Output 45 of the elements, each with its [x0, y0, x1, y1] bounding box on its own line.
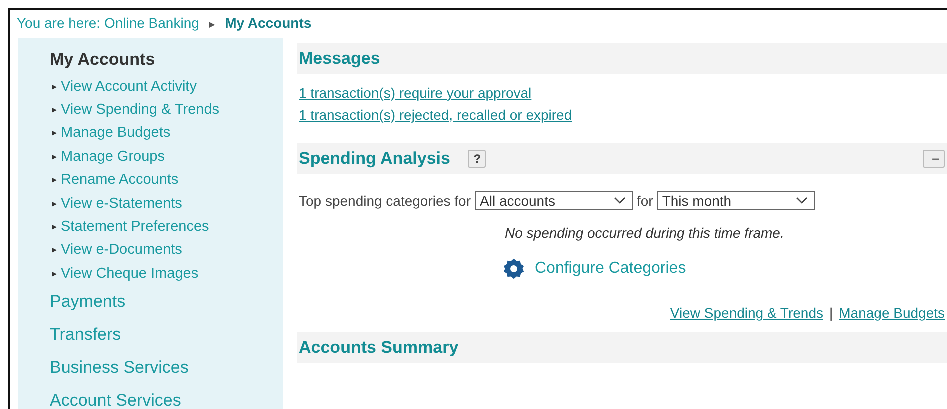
bullet-icon: ▸	[52, 268, 57, 280]
bullet-icon: ▸	[52, 127, 57, 140]
sidebar-link[interactable]: View Account Activity	[61, 78, 197, 95]
sidebar-link[interactable]: Statement Preferences	[61, 219, 210, 236]
sidebar-heading: My Accounts	[50, 50, 156, 70]
chevron-icon	[614, 196, 626, 204]
sidebar-item[interactable]: Transfers	[50, 318, 283, 352]
breadcrumb-current: My Accounts	[225, 15, 312, 31]
link-separator: |	[830, 305, 834, 321]
bullet-icon: ▸	[52, 174, 57, 186]
period-select[interactable]: This month	[657, 191, 816, 210]
spending-link[interactable]: Manage Budgets	[839, 305, 945, 321]
message-link[interactable]: 1 transaction(s) require your approval	[299, 85, 947, 101]
spending-link[interactable]: View Spending & Trends	[670, 305, 824, 321]
empty-message: No spending occurred during this time frame.	[504, 224, 786, 241]
gear-icon	[503, 258, 525, 280]
sidebar-item[interactable]: Payments	[50, 286, 283, 319]
breadcrumb-text: You are here: Online Banking	[17, 15, 200, 31]
bullet-icon: ▸	[52, 221, 57, 234]
sidebar-link[interactable]: View e-Documents	[61, 242, 182, 258]
sidebar-item[interactable]: Account Services	[50, 384, 283, 409]
sidebar-item[interactable]: Business Services	[50, 352, 283, 385]
sidebar-link[interactable]: View e-Statements	[61, 196, 182, 212]
bullet-icon: ▸	[52, 244, 57, 256]
bullet-icon: ▸	[52, 80, 57, 93]
help-button[interactable]: ?	[468, 150, 486, 168]
message-link[interactable]: 1 transaction(s) rejected, recalled or expired	[299, 107, 947, 123]
breadcrumb-separator: ►	[207, 20, 218, 31]
collapse-button[interactable]: −	[923, 150, 945, 168]
account-select[interactable]: All accounts	[475, 191, 633, 210]
chevron-icon	[796, 196, 808, 204]
bullet-icon: ▸	[52, 104, 57, 116]
filter-label: Top spending categories for	[299, 192, 471, 208]
bullet-icon: ▸	[52, 150, 57, 163]
section-title: Spending Analysis	[299, 148, 450, 168]
sidebar-link[interactable]: Manage Groups	[61, 148, 165, 165]
sidebar-link[interactable]: Manage Budgets	[61, 125, 171, 142]
sidebar-link[interactable]: View Cheque Images	[61, 266, 199, 282]
section-title: Messages	[299, 48, 380, 68]
sidebar-link[interactable]: View Spending & Trends	[61, 102, 220, 118]
configure-link[interactable]: Configure Categories	[535, 260, 686, 278]
sidebar-link[interactable]: Rename Accounts	[61, 172, 179, 188]
bullet-icon: ▸	[52, 198, 57, 210]
filter-label: for	[637, 192, 654, 208]
section-title: Accounts Summary	[299, 338, 459, 358]
